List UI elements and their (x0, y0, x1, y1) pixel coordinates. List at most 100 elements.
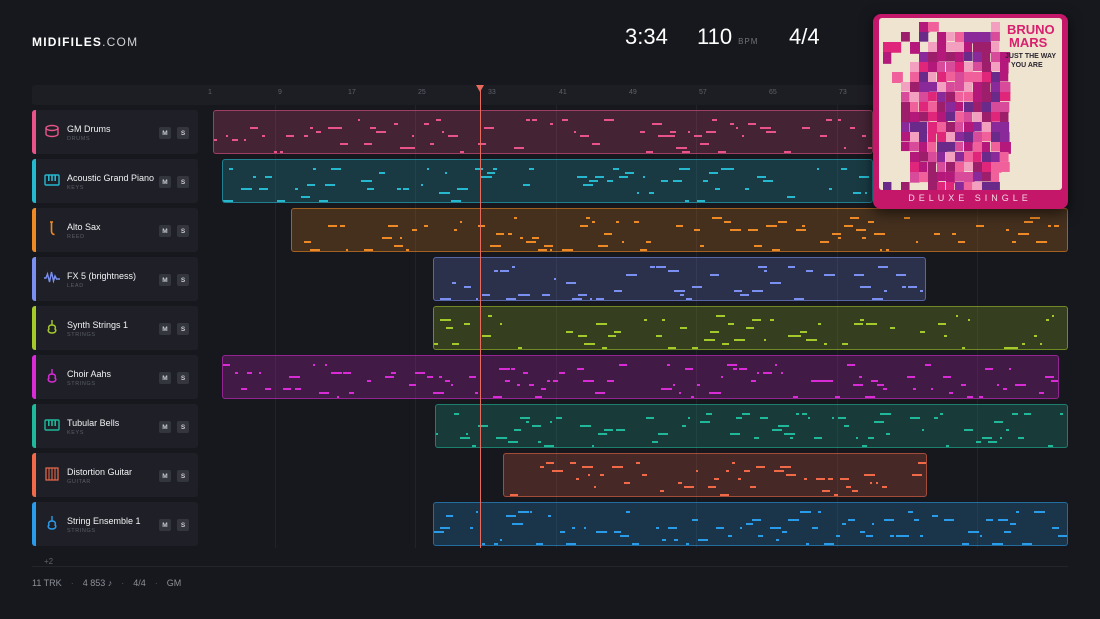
midi-clip[interactable] (213, 110, 873, 154)
mosaic-tile (919, 62, 929, 73)
mosaic-tile (937, 102, 946, 114)
track-header[interactable]: Choir Aahs STRINGS M S (32, 355, 198, 399)
midi-clip[interactable] (433, 257, 926, 301)
mosaic-tile (946, 32, 955, 42)
solo-button[interactable]: S (177, 225, 189, 237)
mute-button[interactable]: M (159, 372, 171, 384)
midi-note (566, 331, 573, 333)
mosaic-tile (1000, 72, 1009, 82)
midi-note (493, 168, 497, 170)
more-tracks-indicator[interactable]: +2 (44, 557, 53, 566)
track-header[interactable]: String Ensemble 1 STRINGS M S (32, 502, 198, 546)
solo-button[interactable]: S (177, 372, 189, 384)
midi-note (499, 368, 510, 370)
midi-note (328, 225, 337, 227)
midi-note (758, 266, 767, 268)
midi-note (668, 270, 679, 272)
midi-note (475, 392, 478, 394)
track-header[interactable]: Alto Sax REED M S (32, 208, 198, 252)
midi-note (764, 339, 766, 341)
midi-clip[interactable] (222, 355, 1059, 399)
solo-button[interactable]: S (177, 274, 189, 286)
midi-note (506, 515, 516, 517)
mute-button[interactable]: M (159, 274, 171, 286)
midi-clip[interactable] (435, 404, 1068, 448)
playhead-handle[interactable] (476, 85, 484, 92)
midi-note (602, 347, 607, 349)
track-header[interactable]: Tubular Bells KEYS M S (32, 404, 198, 448)
midi-note (910, 417, 920, 419)
midi-note (838, 237, 841, 239)
midi-clip[interactable] (291, 208, 1068, 252)
midi-note (878, 266, 888, 268)
midi-note (358, 119, 360, 121)
midi-note (752, 319, 761, 321)
mute-button[interactable]: M (159, 127, 171, 139)
midi-note (866, 323, 877, 325)
midi-note (876, 482, 878, 484)
mute-button[interactable]: M (159, 225, 171, 237)
track-header[interactable]: Distortion Guitar GUITAR M S (32, 453, 198, 497)
midi-note (818, 323, 821, 325)
mute-button[interactable]: M (159, 519, 171, 531)
track-header[interactable]: GM Drums DRUMS M S (32, 110, 198, 154)
midi-note (862, 135, 866, 137)
midi-note (550, 421, 552, 423)
solo-button[interactable]: S (177, 470, 189, 482)
midi-clip[interactable] (433, 306, 1068, 350)
mute-button[interactable]: M (159, 421, 171, 433)
midi-note (580, 425, 591, 427)
midi-note (806, 339, 817, 341)
midi-note (763, 180, 773, 182)
midi-note (440, 319, 451, 321)
midi-note (728, 535, 732, 537)
midi-note (673, 180, 682, 182)
midi-note (782, 531, 787, 533)
midi-note (577, 176, 587, 178)
midi-note (1024, 413, 1031, 415)
midi-note (823, 380, 833, 382)
solo-button[interactable]: S (177, 127, 189, 139)
brand-logo[interactable]: MIDIFILES.COM (32, 35, 138, 49)
midi-note (922, 429, 924, 431)
solo-button[interactable]: S (177, 519, 189, 531)
midi-note (844, 225, 853, 227)
mosaic-tile (973, 152, 982, 162)
separator: · (70, 578, 74, 588)
playhead[interactable] (480, 85, 481, 548)
midi-note (808, 417, 810, 419)
midi-note (979, 396, 983, 398)
midi-note (848, 519, 855, 521)
midi-note (847, 364, 855, 366)
mute-button[interactable]: M (159, 323, 171, 335)
midi-note (802, 225, 805, 227)
midi-note (406, 147, 415, 149)
track-header[interactable]: Acoustic Grand Piano KEYS M S (32, 159, 198, 203)
midi-note (728, 323, 734, 325)
midi-clip[interactable] (503, 453, 927, 497)
midi-clip[interactable] (433, 502, 1068, 546)
ruler-tick: 1 (208, 89, 212, 96)
midi-clip[interactable] (222, 159, 873, 203)
track-header[interactable]: Synth Strings 1 STRINGS M S (32, 306, 198, 350)
midi-note (982, 437, 992, 439)
mosaic-tile (946, 82, 955, 94)
midi-note (714, 478, 719, 480)
midi-note (832, 417, 834, 419)
midi-note (607, 380, 614, 382)
midi-note (997, 384, 999, 386)
midi-note (806, 543, 809, 545)
solo-button[interactable]: S (177, 176, 189, 188)
midi-note (770, 527, 781, 529)
violin-icon (43, 367, 61, 385)
midi-note (727, 168, 734, 170)
track-header[interactable]: FX 5 (brightness) LEAD M S (32, 257, 198, 301)
solo-button[interactable]: S (177, 421, 189, 433)
mute-button[interactable]: M (159, 176, 171, 188)
midi-note (310, 249, 320, 251)
brand-name: MIDIFILES (32, 35, 103, 49)
midi-note (739, 368, 747, 370)
mute-button[interactable]: M (159, 470, 171, 482)
midi-note (577, 368, 584, 370)
solo-button[interactable]: S (177, 323, 189, 335)
